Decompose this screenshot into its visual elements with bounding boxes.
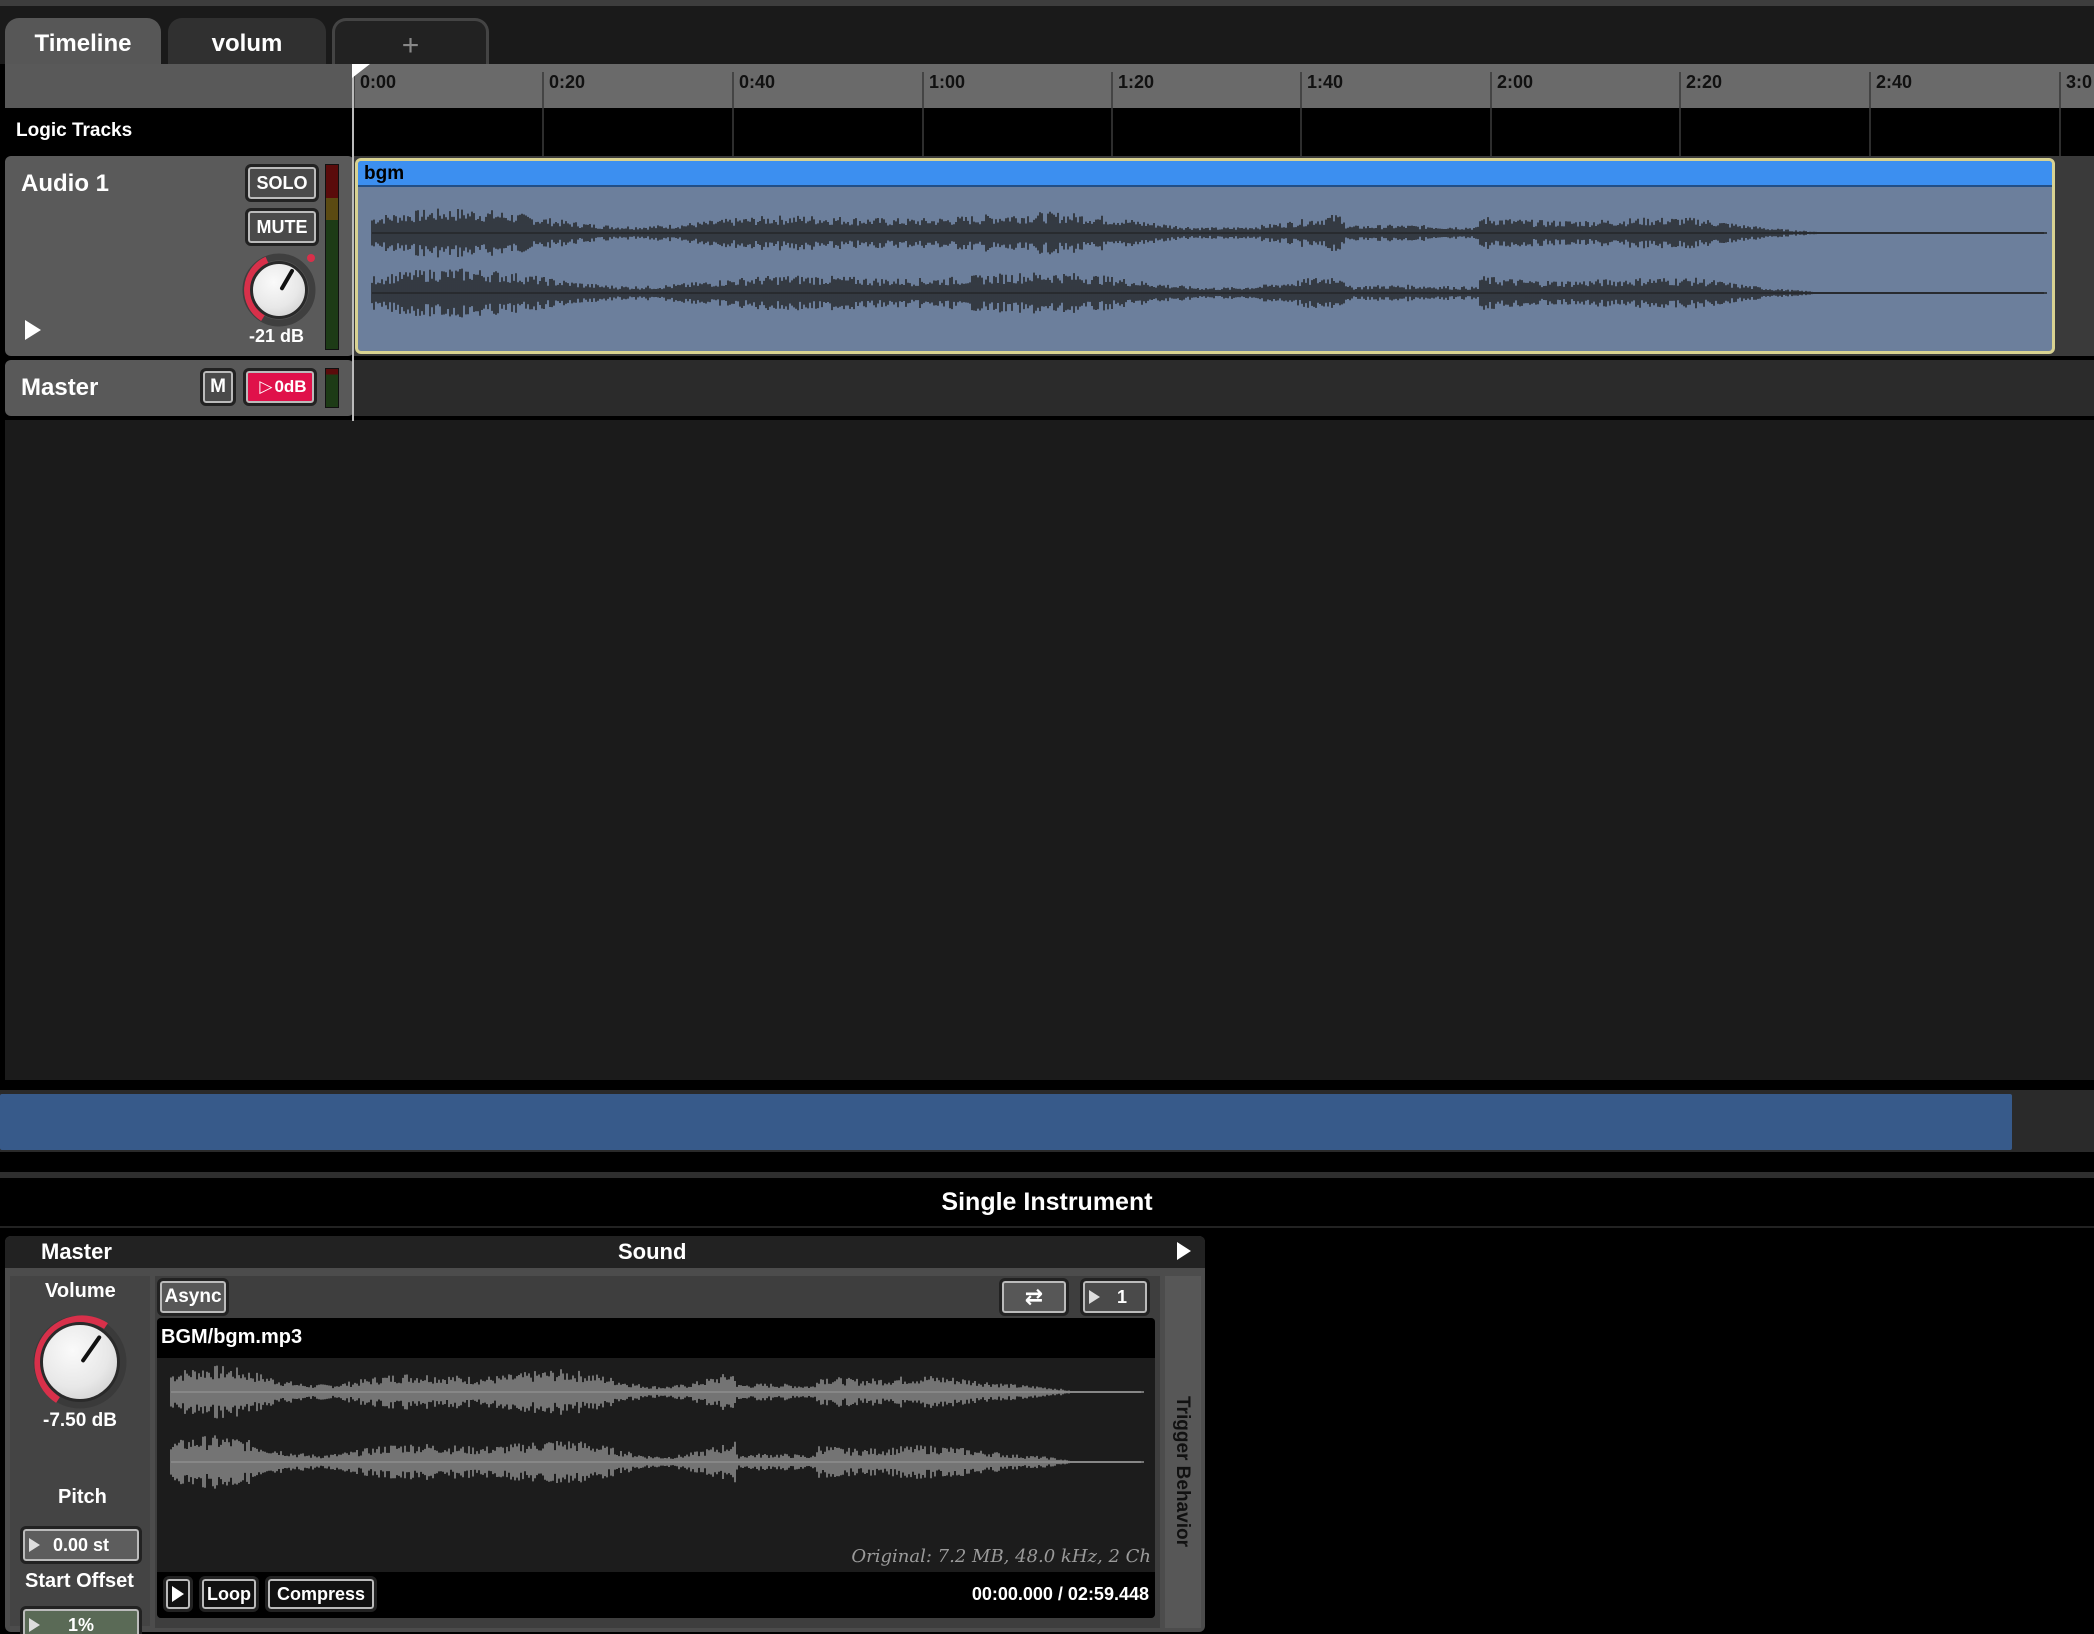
ruler-tick: 1:20 xyxy=(1111,72,1154,108)
loop-count-field[interactable]: 1 xyxy=(1080,1278,1150,1316)
master-track-header[interactable]: Master M ▷ 0dB xyxy=(5,360,354,416)
add-tab-button[interactable]: + xyxy=(332,18,489,70)
loop-mode-button[interactable]: ⇄ xyxy=(999,1278,1069,1316)
tab-timeline[interactable]: Timeline xyxy=(5,18,161,70)
timeline-ruler[interactable]: 0:00 0:20 0:40 1:00 1:20 1:40 2:00 2:20 … xyxy=(5,64,2094,108)
loop-icon: ⇄ xyxy=(1024,1284,1044,1309)
solo-button[interactable]: SOLO xyxy=(245,164,319,202)
clip-header: bgm xyxy=(358,161,2052,187)
track-name: Audio 1 xyxy=(21,170,109,197)
master-level-meter xyxy=(325,368,339,408)
mute-button[interactable]: MUTE xyxy=(245,208,319,246)
start-offset-label: Start Offset xyxy=(25,1570,134,1592)
instrument-header: Master Sound xyxy=(5,1236,1205,1268)
master-header: Master xyxy=(41,1239,112,1264)
tracks-empty-area xyxy=(5,420,2094,1080)
tab-volum[interactable]: volum xyxy=(168,18,326,70)
playback-time: 00:00.000 / 02:59.448 xyxy=(971,1584,1149,1604)
sound-waveform-box[interactable]: BGM/bgm.mp3 Original: 7.2 MB, 48.0 kHz, … xyxy=(157,1318,1155,1618)
master-controls: Volume -7.50 dB Pitch 0.00 st Start Offs… xyxy=(10,1276,150,1634)
drag-arrow-icon xyxy=(29,1618,40,1632)
original-file-info: Original: 7.2 MB, 48.0 kHz, 2 Ch xyxy=(851,1546,1151,1567)
panel-title: Single Instrument xyxy=(0,1178,2094,1228)
compress-button[interactable]: Compress xyxy=(265,1576,377,1612)
ruler-tick: 1:40 xyxy=(1300,72,1343,108)
track-volume-value: -21 dB xyxy=(249,326,305,346)
master-volume-field[interactable]: ▷ 0dB xyxy=(243,368,317,406)
master-track-name: Master xyxy=(21,374,99,401)
timeline-scroll-thumb[interactable] xyxy=(0,1094,2012,1150)
clip-waveform xyxy=(371,208,2047,318)
sound-waveform xyxy=(170,1365,1144,1489)
pitch-value: 0.00 st xyxy=(52,1534,110,1555)
track-volume-knob[interactable] xyxy=(250,261,308,319)
audio-track-header[interactable]: Audio 1 SOLO MUTE -21 dB xyxy=(5,156,354,356)
ruler-header-spacer xyxy=(5,64,354,108)
pitch-field[interactable]: 0.00 st xyxy=(20,1526,142,1564)
async-button[interactable]: Async xyxy=(157,1278,229,1316)
master-track-lane xyxy=(354,360,2094,416)
ruler-tick: 1:00 xyxy=(922,72,965,108)
ruler-tick: 0:20 xyxy=(542,72,585,108)
sound-play-button[interactable] xyxy=(163,1576,193,1612)
drag-arrow-icon xyxy=(1089,1290,1100,1304)
master-volume-value: 0dB xyxy=(274,377,307,396)
level-meter xyxy=(325,164,339,350)
start-offset-value: 1% xyxy=(67,1614,94,1634)
clip-name: bgm xyxy=(364,163,405,184)
instrument-editor: Master Sound Volume -7.50 dB Pitch 0.00 … xyxy=(5,1236,1205,1634)
logic-tracks-label: Logic Tracks xyxy=(16,120,133,141)
volume-value: -7.50 dB xyxy=(43,1410,117,1431)
ruler-tick: 2:00 xyxy=(1490,72,1533,108)
logic-tracks-row: Logic Tracks xyxy=(5,108,2094,156)
preview-play-icon[interactable] xyxy=(1177,1242,1191,1260)
ruler-tick: 0:40 xyxy=(732,72,775,108)
master-mute-button[interactable]: M xyxy=(200,368,236,406)
file-name: BGM/bgm.mp3 xyxy=(161,1326,303,1348)
sound-bottom-bar: Loop Compress 00:00.000 / 02:59.448 xyxy=(157,1572,1155,1618)
volume-knob[interactable] xyxy=(40,1322,120,1402)
play-icon[interactable] xyxy=(25,320,41,340)
file-header: BGM/bgm.mp3 xyxy=(157,1318,1155,1358)
loop-toggle-button[interactable]: Loop xyxy=(199,1576,259,1612)
ruler-tick: 2:40 xyxy=(1869,72,1912,108)
trigger-behavior-label: Trigger Behavior xyxy=(1172,1396,1193,1547)
pitch-label: Pitch xyxy=(58,1486,107,1508)
audio-clip[interactable]: bgm xyxy=(355,158,2055,354)
volume-label: Volume xyxy=(45,1280,116,1302)
play-icon xyxy=(172,1586,184,1602)
tab-bar: Timeline volum + xyxy=(0,0,2094,70)
sound-header: Sound xyxy=(618,1239,687,1264)
loop-count-value: 1 xyxy=(1116,1286,1127,1307)
start-offset-field[interactable]: 1% xyxy=(20,1606,142,1634)
ruler-tick: 3:0 xyxy=(2059,72,2092,108)
playhead-marker-icon[interactable] xyxy=(352,64,370,78)
ruler-tick: 2:20 xyxy=(1679,72,1722,108)
playhead-line[interactable] xyxy=(352,64,354,421)
trigger-behavior-tab[interactable]: Trigger Behavior xyxy=(1165,1276,1201,1628)
sound-editor: Async ⇄ 1 BGM/bgm.mp3 Original: 7.2 MB, … xyxy=(155,1276,1160,1628)
drag-arrow-icon xyxy=(29,1538,40,1552)
drag-arrow-icon: ▷ xyxy=(259,377,273,396)
